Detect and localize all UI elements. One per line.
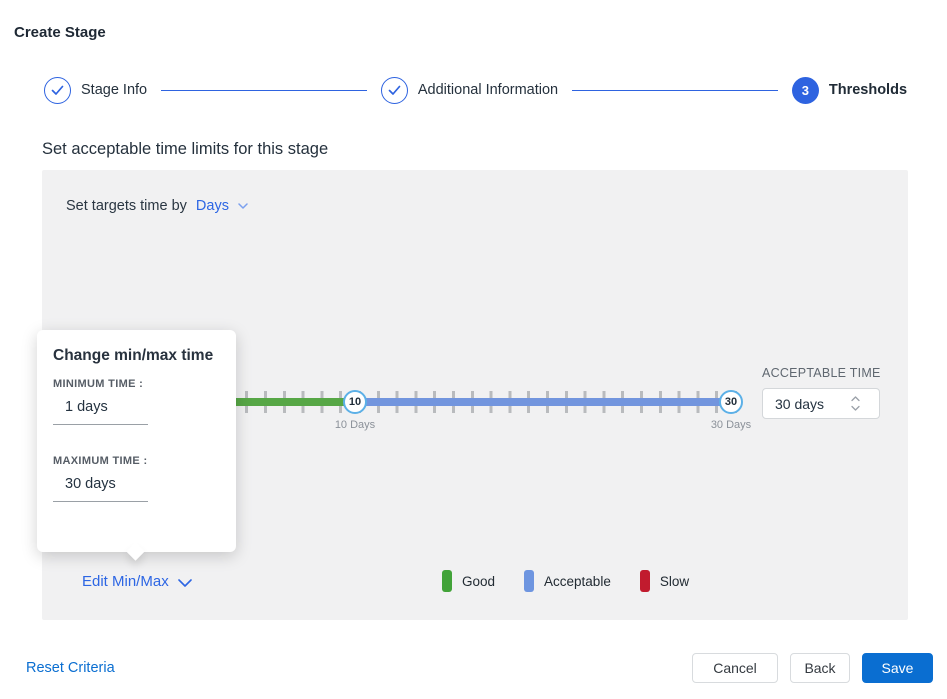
maximum-time-input[interactable] <box>53 467 148 502</box>
slider-handle-max[interactable]: 30 <box>719 390 743 414</box>
acceptable-time-input[interactable] <box>763 396 849 412</box>
popup-pointer <box>126 542 144 560</box>
cancel-button[interactable]: Cancel <box>692 653 778 683</box>
minimum-time-label: MINIMUM TIME : <box>53 378 220 390</box>
stepper-arrows <box>851 396 860 411</box>
reset-criteria-link[interactable]: Reset Criteria <box>26 660 115 676</box>
step-label: Thresholds <box>829 82 907 98</box>
step-connector <box>161 90 367 91</box>
acceptable-time-stepper <box>762 388 880 419</box>
step-additional-information[interactable]: Additional Information <box>381 77 558 104</box>
back-button[interactable]: Back <box>790 653 850 683</box>
check-circle-icon <box>44 77 71 104</box>
step-thresholds[interactable]: 3 Thresholds <box>792 77 907 104</box>
slider-segment-acceptable <box>355 398 733 406</box>
set-targets-line: Set targets time by Days <box>66 198 248 214</box>
slow-swatch <box>640 570 650 592</box>
good-swatch <box>442 570 452 592</box>
targets-prefix: Set targets time by <box>66 198 187 214</box>
save-button[interactable]: Save <box>862 653 933 683</box>
step-number-badge: 3 <box>792 77 819 104</box>
step-label: Stage Info <box>81 82 147 98</box>
section-heading: Set acceptable time limits for this stag… <box>42 140 328 159</box>
legend-label: Slow <box>660 574 689 589</box>
maximum-time-label: MAXIMUM TIME : <box>53 455 220 467</box>
legend-item-slow: Slow <box>640 570 689 592</box>
chevron-down-icon <box>178 579 192 587</box>
chevron-down-icon <box>238 203 248 209</box>
acceptable-swatch <box>524 570 534 592</box>
popup-title: Change min/max time <box>53 347 220 365</box>
step-connector <box>572 90 778 91</box>
legend-label: Good <box>462 574 495 589</box>
footer-buttons: Cancel Back Save <box>692 653 933 683</box>
chevron-up-icon[interactable] <box>851 396 860 402</box>
legend: Good Acceptable Slow <box>442 570 689 592</box>
unit-value: Days <box>196 198 229 214</box>
page-title: Create Stage <box>14 24 106 41</box>
stepper: Stage Info Additional Information 3 Thre… <box>44 76 907 104</box>
change-minmax-popup: Change min/max time MINIMUM TIME : MAXIM… <box>37 330 236 552</box>
chevron-down-icon[interactable] <box>851 405 860 411</box>
thresholds-panel: Set targets time by Days 10 30 10 Days 3… <box>42 170 908 620</box>
minimum-time-input[interactable] <box>53 390 148 425</box>
slider-handle-max-label: 30 Days <box>699 419 763 431</box>
time-slider[interactable]: 10 30 10 Days 30 Days <box>170 391 744 413</box>
step-label: Additional Information <box>418 82 558 98</box>
legend-item-acceptable: Acceptable <box>524 570 611 592</box>
create-stage-page: Create Stage Stage Info Additional Infor… <box>0 0 947 699</box>
step-stage-info[interactable]: Stage Info <box>44 77 147 104</box>
legend-label: Acceptable <box>544 574 611 589</box>
legend-item-good: Good <box>442 570 495 592</box>
edit-minmax-link[interactable]: Edit Min/Max <box>82 573 192 590</box>
edit-minmax-label: Edit Min/Max <box>82 573 169 590</box>
slider-handle-min-label: 10 Days <box>323 419 387 431</box>
check-circle-icon <box>381 77 408 104</box>
unit-dropdown[interactable]: Days <box>196 198 248 214</box>
slider-handle-min[interactable]: 10 <box>343 390 367 414</box>
acceptable-time-label: ACCEPTABLE TIME <box>762 366 881 380</box>
